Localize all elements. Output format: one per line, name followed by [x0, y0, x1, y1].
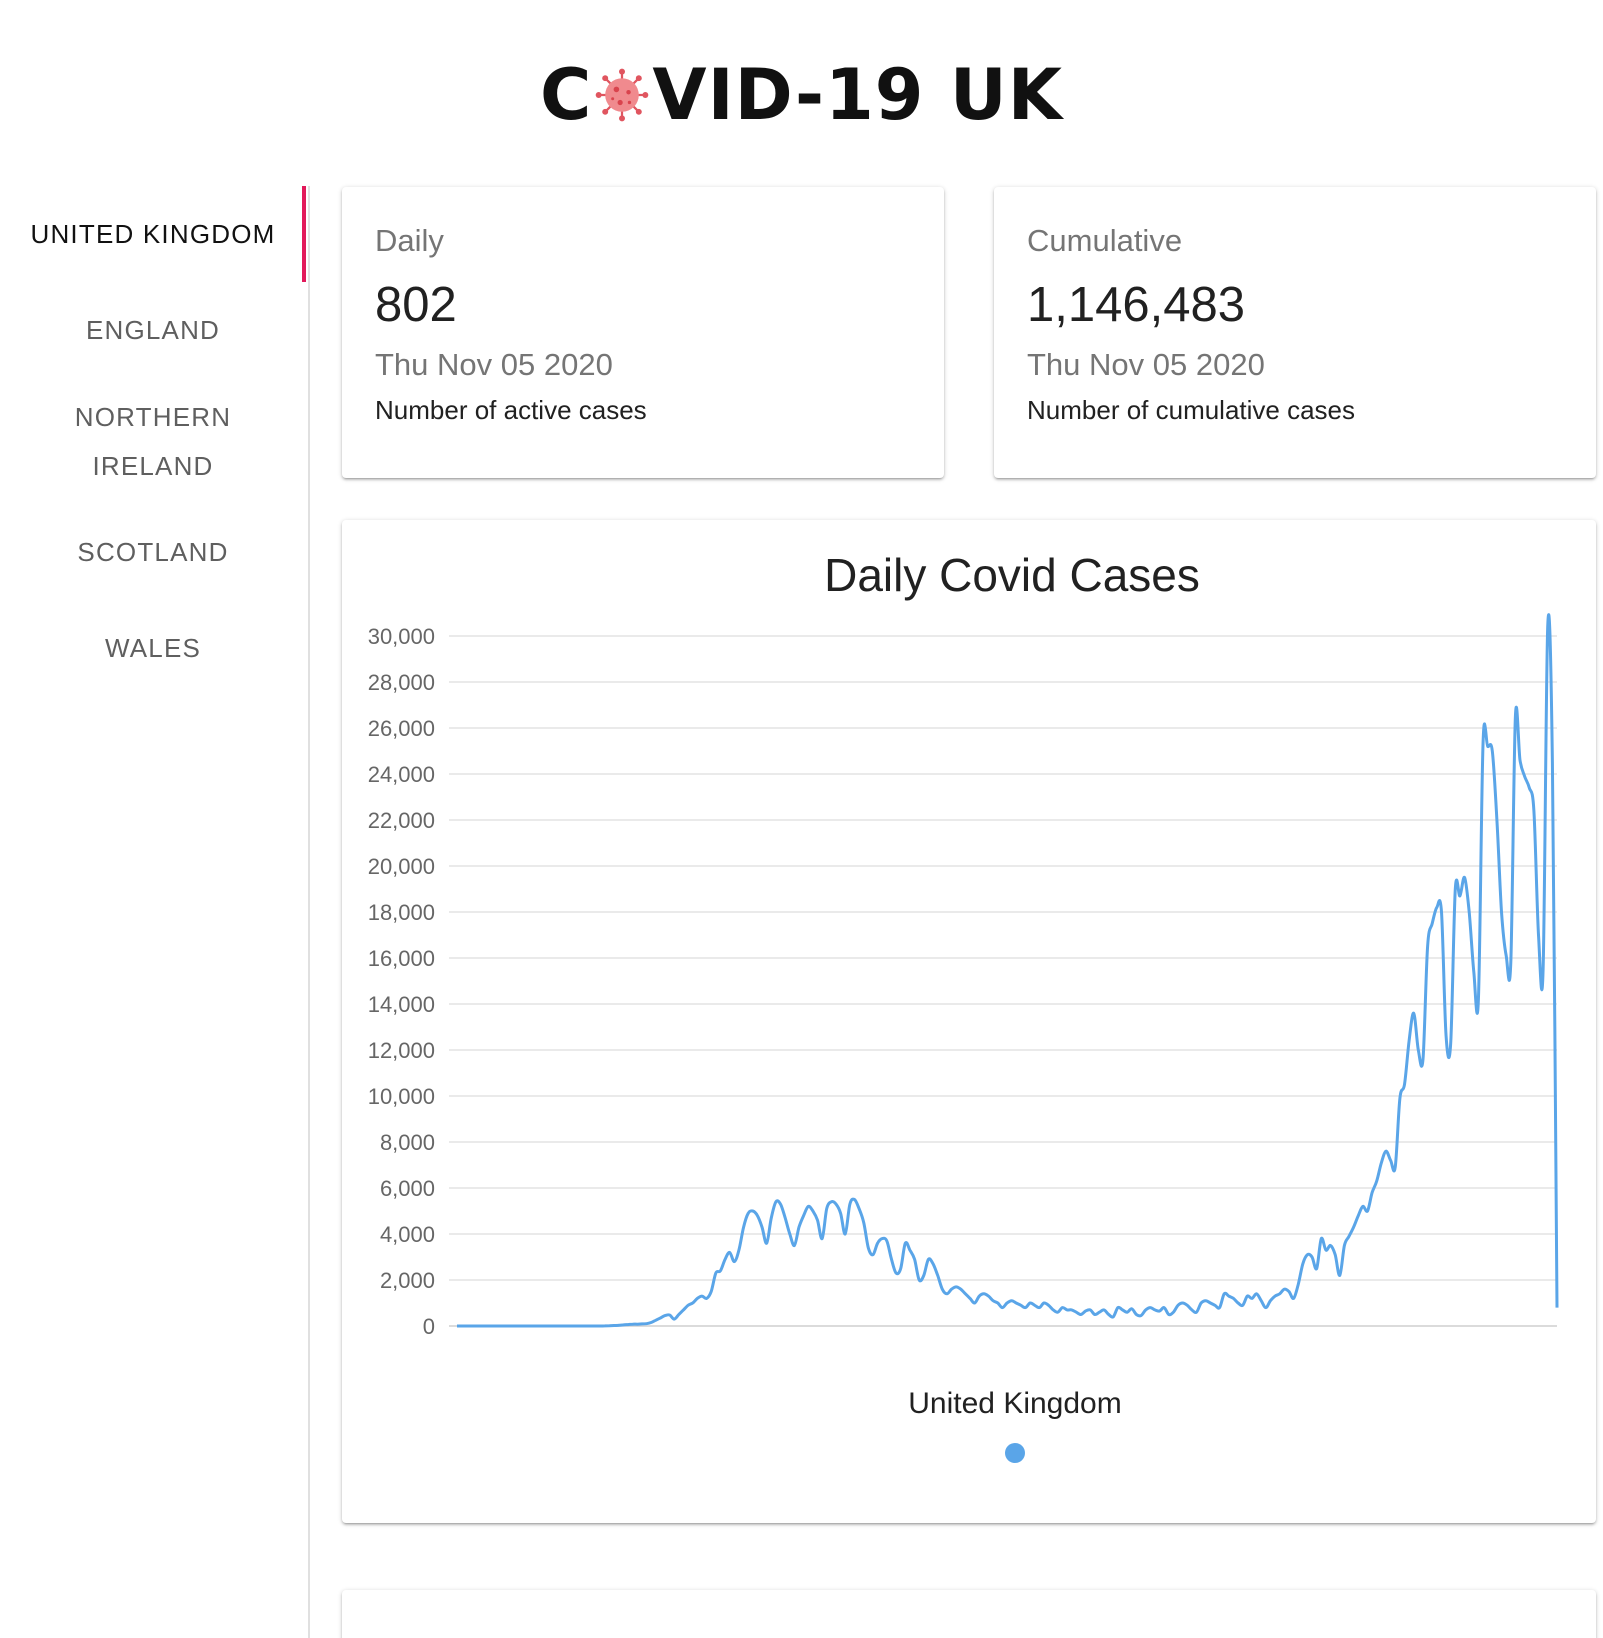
daily-card-date: Thu Nov 05 2020 — [375, 347, 613, 382]
cumulative-card-description: Number of cumulative cases — [1027, 395, 1356, 425]
y-tick-label: 18,000 — [368, 900, 435, 925]
tab-label: NORTHERN IRELAND — [74, 402, 232, 481]
tab-label: ENGLAND — [85, 314, 221, 345]
y-tick-label: 24,000 — [368, 762, 435, 787]
tab-england[interactable]: ENGLAND — [0, 282, 306, 378]
legend-label: United Kingdom — [908, 1387, 1121, 1420]
tab-scotland[interactable]: SCOTLAND — [0, 504, 306, 600]
chart-gridlines — [449, 635, 1557, 1327]
active-tab-indicator — [302, 186, 306, 282]
app-title-prefix: C — [540, 54, 593, 136]
y-tick-label: 12,000 — [368, 1038, 435, 1063]
app-title-suffix: VID-19 UK — [652, 54, 1063, 136]
y-tick-label: 22,000 — [368, 808, 435, 833]
y-tick-label: 0 — [423, 1314, 435, 1339]
y-tick-label: 26,000 — [368, 716, 435, 741]
y-tick-label: 6,000 — [380, 1176, 435, 1201]
daily-card-value: 802 — [375, 278, 457, 332]
series-line-united-kingdom — [457, 613, 1559, 1328]
app-header: C VID-19 UK — [0, 50, 1603, 140]
daily-cases-chart: Daily Covid Cases 0 2,000 4,000 6,000 8,000 1… — [368, 549, 1559, 1463]
chart-y-axis: 0 2,000 4,000 6,000 8,000 10,000 12,000 14,000 1… — [368, 624, 435, 1339]
chart-title: Daily Covid Cases — [824, 549, 1200, 601]
y-tick-label: 16,000 — [368, 946, 435, 971]
y-tick-label: 4,000 — [380, 1222, 435, 1247]
virus-icon — [596, 68, 649, 122]
y-tick-label: 14,000 — [368, 992, 435, 1017]
chart-plot-area — [457, 613, 1559, 1328]
cumulative-card: Cumulative 1,146,483 Thu Nov 05 2020 Num… — [994, 187, 1596, 478]
app-title: C VID-19 UK — [540, 54, 1063, 136]
tab-northern-ireland[interactable]: NORTHERN IRELAND — [0, 390, 306, 494]
y-tick-label: 2,000 — [380, 1268, 435, 1293]
y-tick-label: 20,000 — [368, 854, 435, 879]
daily-card: Daily 802 Thu Nov 05 2020 Number of acti… — [342, 187, 944, 478]
tab-united-kingdom[interactable]: UNITED KINGDOM — [0, 186, 306, 282]
secondary-chart-card — [342, 1590, 1596, 1638]
y-tick-label: 8,000 — [380, 1130, 435, 1155]
cumulative-card-title: Cumulative — [1027, 223, 1183, 258]
daily-card-title: Daily — [375, 223, 444, 258]
daily-cases-chart-card: Daily Covid Cases 0 2,000 4,000 6,000 8,000 1… — [342, 520, 1596, 1523]
cumulative-card-date: Thu Nov 05 2020 — [1027, 347, 1265, 382]
tab-wales[interactable]: WALES — [0, 600, 306, 696]
tab-label: UNITED KINGDOM — [30, 218, 276, 249]
daily-card-description: Number of active cases — [375, 395, 647, 425]
y-tick-label: 28,000 — [368, 670, 435, 695]
cumulative-card-value: 1,146,483 — [1027, 278, 1245, 332]
tab-label: SCOTLAND — [77, 536, 229, 567]
tab-label: WALES — [104, 632, 202, 663]
legend-marker[interactable] — [1005, 1443, 1025, 1463]
y-tick-label: 30,000 — [368, 624, 435, 649]
y-tick-label: 10,000 — [368, 1084, 435, 1109]
